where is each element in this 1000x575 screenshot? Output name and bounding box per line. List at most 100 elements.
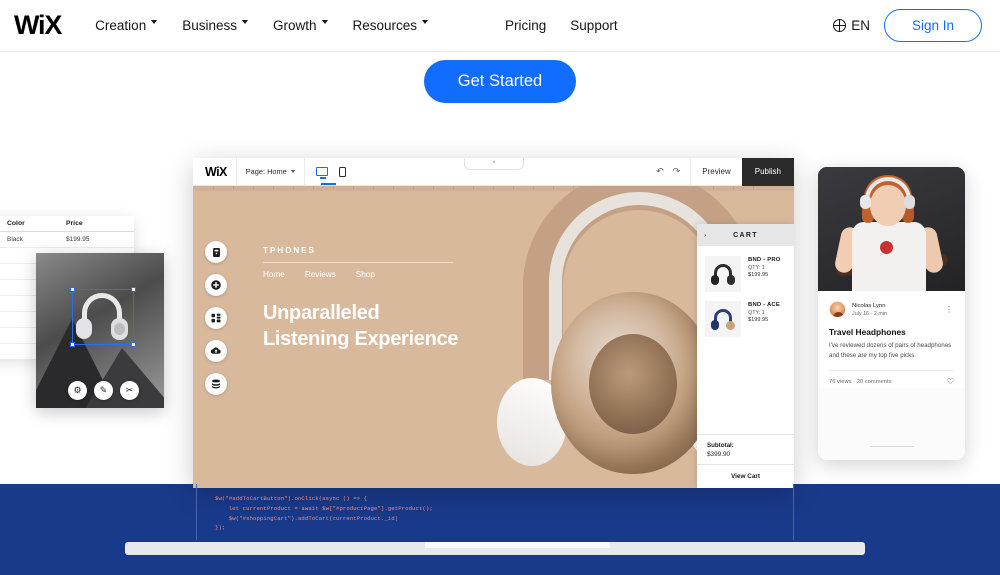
site-hero-content: TPHONES Home Reviews Shop Unparalleled L… (263, 246, 458, 353)
hero-hp-earcup (551, 292, 715, 474)
headphones-thumb-icon (711, 264, 735, 285)
edit-tool-icon[interactable]: ✎ (94, 381, 113, 400)
top-navigation-bar: WiX Creation Business Growth Resources P… (0, 0, 1000, 52)
cart-item-qty: QTY: 1 (748, 265, 765, 271)
resize-handle-nw[interactable] (70, 287, 75, 292)
cart-item-thumbnail (705, 256, 741, 292)
sign-in-button[interactable]: Sign In (883, 9, 982, 42)
nav-item-creation[interactable]: Creation (95, 18, 158, 33)
view-cart-button[interactable]: View Cart (697, 464, 794, 488)
more-options-icon[interactable]: ⋮ (945, 305, 954, 314)
resize-handle-sw[interactable] (70, 342, 75, 347)
site-headline: Unparalleled Listening Experience (263, 301, 458, 353)
subtotal-value: $399.90 (707, 451, 731, 458)
nav-item-business[interactable]: Business (182, 18, 249, 33)
chevron-down-icon (290, 170, 295, 173)
table-row[interactable]: Black $199.95 (0, 232, 134, 248)
cart-panel: › CART BND - PRO QTY: 1 $199.95 BND - AC… (697, 224, 794, 488)
undo-icon[interactable]: ↶ (656, 166, 664, 177)
toolbar-collapse-tab[interactable]: ^ (464, 158, 524, 170)
chevron-down-icon (241, 20, 249, 27)
language-selector[interactable]: EN (833, 18, 870, 33)
nav-label: Creation (95, 18, 147, 33)
post-body: I've reviewed dozens of pairs of headpho… (829, 342, 952, 360)
cart-item-price: $199.95 (748, 272, 769, 278)
cell-color: Black (7, 236, 23, 243)
cart-header: › CART (697, 224, 794, 246)
cell-label: Tech (0, 268, 2, 275)
code-snippet: $w("#addToCartButton").onClick(async () … (215, 495, 433, 532)
site-brand: TPHONES (263, 246, 316, 255)
post-title: Travel Headphones (829, 327, 906, 337)
resize-handle-se[interactable] (131, 342, 136, 347)
cart-item-price: $199.95 (748, 317, 769, 323)
nav-label: Pricing (505, 18, 547, 33)
headline-line-1: Unparalleled (263, 302, 380, 324)
post-stats-text: 76 views · 20 comments (829, 378, 892, 385)
pages-icon[interactable] (205, 241, 227, 263)
page-root: WiX Creation Business Growth Resources P… (0, 0, 1000, 575)
post-cover-photo (818, 167, 965, 291)
preview-button[interactable]: Preview (691, 167, 741, 176)
publish-button[interactable]: Publish (741, 158, 794, 186)
cart-item[interactable]: BND - PRO QTY: 1 $199.95 (705, 256, 794, 292)
headphones-thumb-icon (711, 309, 735, 330)
blue-footer-band (0, 484, 1000, 575)
nav-label: Business (182, 18, 237, 33)
nav-label: Growth (272, 18, 317, 33)
nav-item-support[interactable]: Support (570, 18, 617, 33)
editor-canvas: TPHONES Home Reviews Shop Unparalleled L… (193, 186, 794, 488)
model-shirt (852, 222, 926, 291)
device-toggle (315, 166, 346, 179)
phone-home-indicator (869, 445, 914, 447)
media-icon[interactable] (205, 340, 227, 362)
cart-subtotal: Subtotal: $399.90 (697, 434, 794, 464)
model-headphones-right (904, 195, 915, 209)
settings-tool-icon[interactable]: ⚙ (68, 381, 87, 400)
nav-item-pricing[interactable]: Pricing (505, 18, 546, 33)
band-divider-left (196, 484, 197, 540)
table-header-row: Color Price (0, 216, 134, 232)
apps-icon[interactable] (205, 307, 227, 329)
brand-divider (263, 262, 453, 263)
hero-hp-earcup-inner (589, 334, 677, 434)
page-selector-label: Page: Home (245, 167, 287, 176)
selection-box[interactable] (70, 287, 136, 347)
nav-item-resources[interactable]: Resources (353, 18, 430, 33)
shirt-logo (880, 241, 893, 254)
crop-tool-icon[interactable]: ✂ (120, 381, 139, 400)
database-icon[interactable] (205, 373, 227, 395)
cart-collapse-icon[interactable]: › (704, 232, 706, 239)
image-tool-bar: ⚙ ✎ ✂ (68, 381, 139, 400)
mobile-view-icon[interactable] (338, 166, 346, 177)
cart-item[interactable]: BND - ACE QTY: 1 $199.95 (705, 301, 794, 337)
avatar[interactable] (829, 301, 846, 318)
headline-line-2: Listening Experience (263, 327, 459, 350)
redo-icon[interactable]: ↷ (673, 166, 681, 177)
nav-right-group: EN Sign In (833, 9, 982, 42)
editor-wix-logo[interactable]: WiX (205, 165, 227, 179)
get-started-button[interactable]: Get Started (423, 60, 577, 103)
heart-icon[interactable]: ♡ (947, 377, 954, 386)
chevron-down-icon (151, 20, 158, 27)
nav-label: Support (570, 18, 618, 33)
editor-toolbar-right: ↶ ↷ Preview Publish (656, 158, 794, 186)
post-author-info: Nicolas Lynn July 16 · 2 min (852, 303, 939, 317)
post-divider (829, 370, 954, 372)
site-nav-shop[interactable]: Shop (356, 270, 375, 279)
cart-item-thumbnail (705, 301, 741, 337)
nav-item-growth[interactable]: Growth (273, 18, 329, 33)
site-nav-reviews[interactable]: Reviews (305, 270, 336, 279)
page-selector[interactable]: Page: Home (246, 167, 295, 176)
wix-editor-window: WiX Page: Home ^ ↶ ↷ Preview Publish TPH… (193, 158, 794, 488)
undo-redo-group: ↶ ↷ (656, 166, 680, 177)
resize-handle-ne[interactable] (131, 287, 136, 292)
cart-item-list: BND - PRO QTY: 1 $199.95 BND - ACE QTY: … (697, 246, 794, 434)
model-headphones-left (860, 195, 871, 209)
editor-toolbar: WiX Page: Home ^ ↶ ↷ Preview Publish (193, 158, 794, 186)
desktop-view-icon[interactable] (315, 167, 328, 179)
chevron-down-icon (422, 20, 429, 27)
wix-logo[interactable]: WiX (14, 12, 62, 39)
add-element-icon[interactable] (205, 274, 227, 296)
site-nav-home[interactable]: Home (263, 270, 285, 279)
